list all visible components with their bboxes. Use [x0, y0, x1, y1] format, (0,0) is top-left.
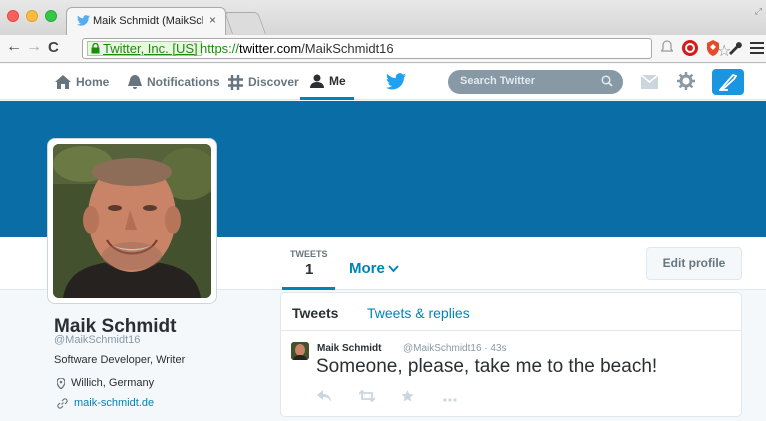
twitter-bird-logo-icon[interactable]: [386, 73, 406, 90]
nav-notifications-label: Notifications: [147, 75, 220, 89]
tweet-author-name[interactable]: Maik Schmidt: [317, 343, 381, 354]
tweet-meta[interactable]: @MaikSchmidt16 · 43s: [403, 343, 507, 354]
browser-tab[interactable]: Maik Schmidt (MaikSchmid ×: [66, 7, 226, 35]
zoom-window-button[interactable]: [45, 10, 57, 22]
ev-certificate-badge[interactable]: Twitter, Inc. [US]: [87, 41, 202, 56]
tweets-stat-value[interactable]: 1: [305, 261, 313, 278]
messages-envelope-icon[interactable]: [641, 75, 658, 89]
tweets-stat-label[interactable]: TWEETS: [290, 249, 328, 259]
tab-tweets[interactable]: Tweets: [292, 305, 338, 321]
profile-bio: Software Developer, Writer: [54, 354, 186, 366]
search-input[interactable]: Search Twitter: [448, 70, 623, 94]
avatar-photo: [53, 144, 211, 298]
fullscreen-icon[interactable]: ⤢: [755, 6, 762, 17]
person-icon: [310, 74, 324, 88]
forward-arrow-icon[interactable]: →: [26, 38, 42, 56]
home-icon: [55, 75, 71, 89]
profile-avatar[interactable]: [47, 138, 217, 304]
browser-toolbar: ← → C Twitter, Inc. [US] https://twitter…: [0, 35, 766, 63]
nav-home[interactable]: Home: [55, 64, 109, 100]
ev-certificate-label: Twitter, Inc. [US]: [103, 41, 198, 56]
menu-icon[interactable]: [750, 42, 764, 54]
tab-tweets-and-replies[interactable]: Tweets & replies: [367, 305, 470, 321]
reload-icon[interactable]: C: [48, 39, 59, 56]
tweet-actions: [317, 389, 485, 405]
nav-me[interactable]: Me: [300, 64, 354, 100]
twitter-bird-icon: [77, 15, 90, 26]
search-placeholder: Search Twitter: [460, 75, 535, 87]
back-arrow-icon[interactable]: ←: [6, 38, 22, 56]
nav-me-label: Me: [329, 73, 346, 88]
wrench-icon[interactable]: [727, 39, 743, 55]
minimize-window-button[interactable]: [26, 10, 38, 22]
shield-extension-icon[interactable]: [705, 39, 721, 57]
active-stat-underline: [282, 287, 335, 290]
profile-website-link[interactable]: maik-schmidt.de: [57, 397, 154, 409]
retweet-icon[interactable]: [358, 389, 401, 405]
more-dropdown[interactable]: More: [349, 260, 399, 277]
address-bar[interactable]: Twitter, Inc. [US] https://twitter.com/M…: [82, 38, 731, 60]
nav-discover-label: Discover: [248, 75, 299, 89]
compose-tweet-button[interactable]: [712, 69, 744, 95]
tweet-author-avatar[interactable]: [291, 342, 309, 360]
edit-profile-button[interactable]: Edit profile: [646, 247, 742, 280]
url-text: https://twitter.com/MaikSchmidt16: [200, 41, 394, 56]
notifications-bell-icon: [128, 75, 142, 89]
nav-home-label: Home: [76, 75, 110, 89]
reply-icon[interactable]: [317, 389, 359, 405]
lock-icon: [91, 43, 100, 54]
profile-location-label: Willich, Germany: [71, 377, 155, 389]
nav-discover[interactable]: Discover: [228, 64, 299, 100]
close-window-button[interactable]: [7, 10, 19, 22]
timeline-tabs: Tweets Tweets & replies: [281, 293, 741, 331]
adblock-extension-icon[interactable]: [681, 39, 699, 57]
settings-gear-icon[interactable]: [677, 72, 695, 90]
location-pin-icon: [57, 377, 65, 389]
twitter-top-nav: Home Notifications Discover Me Search Tw…: [0, 64, 766, 100]
more-options-icon[interactable]: [443, 389, 485, 405]
tab-close-icon[interactable]: ×: [209, 13, 216, 27]
link-icon: [57, 397, 68, 409]
bell-extension-icon[interactable]: [661, 39, 673, 55]
browser-tabbar: Maik Schmidt (MaikSchmid × ⤢: [0, 0, 766, 35]
compose-quill-icon: [719, 73, 737, 91]
profile-website-label[interactable]: maik-schmidt.de: [74, 397, 154, 409]
tweets-timeline: Tweets Tweets & replies Maik Schmidt @Ma…: [280, 292, 742, 417]
search-icon[interactable]: [601, 75, 613, 87]
chevron-down-icon: [388, 265, 399, 273]
nav-notifications[interactable]: Notifications: [128, 64, 220, 100]
new-tab-button[interactable]: [223, 12, 267, 34]
hashtag-icon: [228, 74, 243, 90]
tweet-text: Someone, please, take me to the beach!: [316, 356, 658, 377]
tab-title: Maik Schmidt (MaikSchmid: [93, 15, 203, 27]
profile-location: Willich, Germany: [57, 377, 154, 389]
favorite-star-icon[interactable]: [401, 389, 443, 405]
profile-handle[interactable]: @MaikSchmidt16: [54, 334, 140, 346]
